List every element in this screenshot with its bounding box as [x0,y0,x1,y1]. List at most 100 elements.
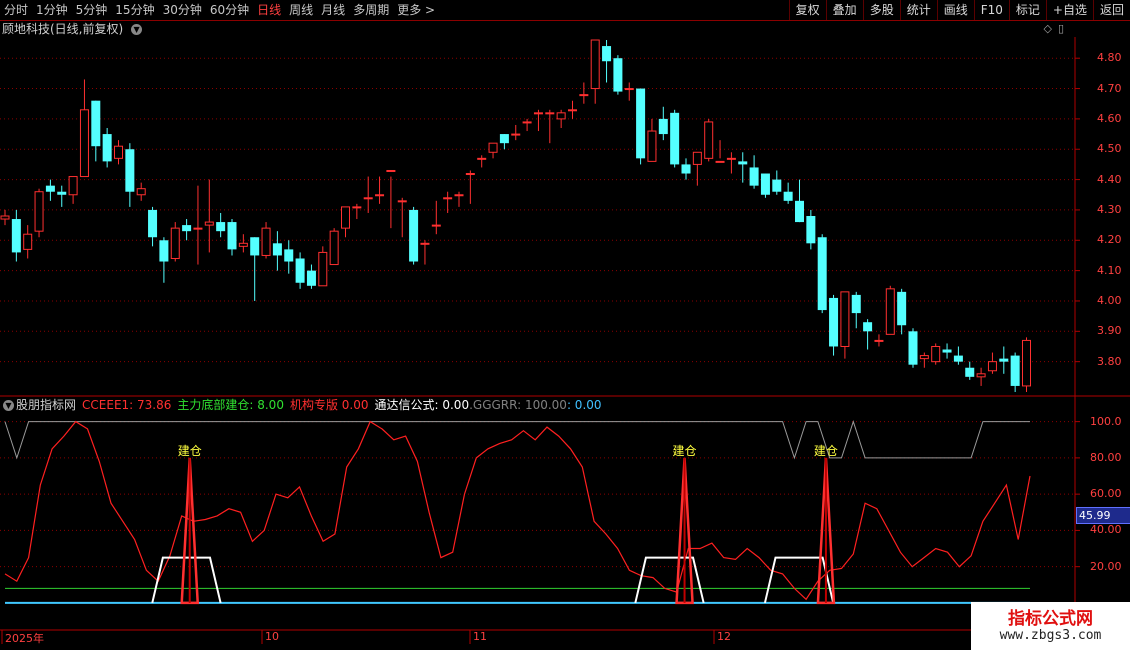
candle-body-down [295,258,305,283]
price-axis-label: 4.30 [1097,202,1122,216]
candle-body-up [114,145,123,159]
candle-body-up [522,121,532,124]
main-grid [0,57,1080,363]
candle-body-up [874,339,884,342]
date-axis-label: 11 [473,630,487,643]
candle-body-up [624,88,634,91]
gggrr-value: .GGGRR: 100.00 [469,398,567,412]
price-axis-label: 4.60 [1097,111,1122,125]
candle-body-down [227,222,237,250]
candle-body-up [647,130,657,162]
tail-value: : 0.00 [566,398,602,412]
candle-body-up [488,142,498,153]
candle-body-down [613,58,623,92]
candle-body-up [715,160,725,163]
candle-body-down [897,291,907,326]
candle-body-down [182,225,192,232]
candle-body-down [953,355,963,362]
chart-canvas[interactable]: 建仓 建仓 建仓 [0,0,1130,650]
candle-body-down [1010,355,1020,386]
signal-markers: 建仓 建仓 建仓 [151,444,838,605]
candle-body-up [204,221,214,226]
candle-body-up [318,251,328,287]
candle-body-down [817,237,827,311]
price-axis-label: 4.40 [1097,172,1122,186]
candle-body-up [726,157,736,160]
candle-body-up [545,112,555,115]
candle-body-up [397,200,407,203]
candle-body-up [465,173,475,176]
candle-body-up [919,355,929,360]
candle-body-down [250,237,260,256]
current-value-tag: 45.99 [1076,507,1130,524]
signal-label: 建仓 [673,444,697,458]
candle-body-down [772,179,782,192]
candle-body-up [23,233,33,250]
candle-body-down [738,161,748,165]
candle-body-down [749,167,759,186]
indicator-axis-label: 80.00 [1090,450,1122,464]
candle-body-up [68,176,78,196]
signal-label: 建仓 [814,444,838,458]
indicator-axis-label: 60.00 [1090,487,1122,501]
candle-body-up [193,227,203,230]
indicator-axis-label: 100.0 [1090,414,1122,428]
candle-body-down [409,209,419,262]
watermark-title: 指标公式网 [1008,609,1093,629]
candle-body-down [499,134,509,144]
signal-label: 建仓 [178,444,202,458]
candle-body-down [658,118,668,135]
candle-body-down [272,243,282,256]
candle-body-up [375,194,385,197]
candle-body-up [692,151,702,165]
candle-body-down [306,270,316,286]
candle-body-up [261,227,271,256]
candle-body-down [681,164,691,174]
candle-body-up [931,345,941,363]
candle-body-down [148,209,158,238]
candle-body-up [363,197,373,200]
watermark-url: www.zbgs3.com [999,628,1102,643]
candle-body-down [760,173,770,195]
candle-body-down [102,134,112,162]
candle-body-up [579,94,589,97]
candle-body-down [908,331,918,365]
zhuli-value: 主力底部建仓: 8.00 [177,398,284,412]
candle-body-up [556,112,566,120]
candle-body-down [602,46,612,62]
tongda-value: 通达信公式: 0.00 [374,398,470,412]
candle-body-up [341,206,350,229]
candle-body-down [965,367,975,377]
candle-body-up [420,242,430,245]
candle-body-down [795,200,804,223]
candle-body-down [863,322,873,332]
candle-body-up [170,227,180,259]
candle-body-down [45,185,55,192]
price-axis-label: 4.10 [1097,263,1122,277]
price-axis-label: 4.70 [1097,81,1122,95]
candle-body-up [533,112,543,115]
institution-marker [151,556,222,604]
date-axis-label: 10 [265,630,279,643]
institution-marker [763,556,835,604]
candles [0,39,1031,392]
candle-body-down [999,358,1009,362]
price-axis-label: 4.00 [1097,293,1122,307]
candle-body-up [454,194,464,197]
chevron-down-icon[interactable]: ▼ [3,400,14,411]
candle-body-down [216,222,226,232]
indicator-name[interactable]: 股朋指标网 [16,398,76,412]
candle-body-up [477,157,487,160]
jigou-value: 机构专版 0.00 [289,398,369,412]
candle-body-up [987,361,997,372]
candle-body-down [851,294,861,314]
candle-body-down [159,240,169,262]
candle-body-up [79,109,89,178]
candle-body-up [704,121,714,159]
candle-body-up [34,191,44,232]
watermark-logo: 指标公式网 www.zbgs3.com [971,602,1130,650]
candle-body-up [885,288,895,335]
candle-body-down [829,297,839,347]
candle-body-up [238,242,248,247]
candle-body-up [136,188,146,196]
